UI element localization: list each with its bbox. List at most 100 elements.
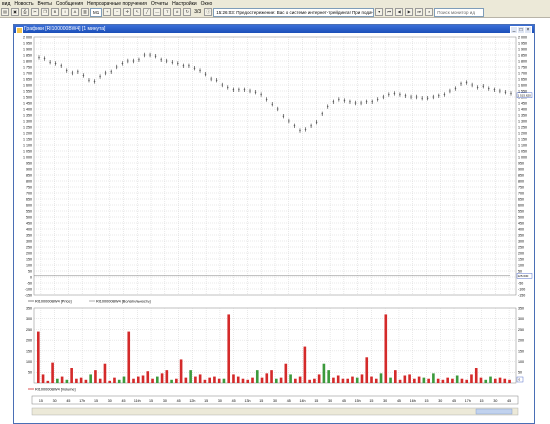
volume-bar [394,370,397,383]
horizontal-scrollbar[interactable] [31,407,519,416]
price-tick-right: 150 [518,257,524,261]
menu-item-2[interactable]: Вчеты [36,1,54,7]
prev-icon[interactable]: ◀ [395,8,404,16]
price-tick-right: 1 250 [518,125,527,129]
price-tick-left: 800 [26,179,32,183]
volume-bar [317,374,321,383]
font-icon[interactable]: A [71,8,79,16]
price-tick-left: 1 300 [23,119,32,123]
print-icon[interactable]: ⎙ [21,8,29,16]
time-tick-label: 30 [108,399,112,403]
volume-bar [341,378,345,383]
chart-area[interactable]: 2 000 2 000 1 950 1 950 1 900 1 900 1 850 1 850… [14,33,534,422]
menu-item-0[interactable]: вид [0,1,12,7]
window-icon [16,26,23,34]
chart-icon[interactable]: ▥ [81,8,89,16]
legend-volume: RI100000BW4 [Volume] [35,388,76,392]
volume-bar [179,359,183,383]
price-tick-right: 950 [518,161,524,165]
scrollbar-thumb[interactable] [475,408,513,415]
volume-bar [184,377,188,383]
menu-item-5[interactable]: Отчеты [149,1,170,7]
price-tick-right: 600 [518,203,524,207]
volatility-label: 125.630 [518,274,529,278]
volume-bar [236,376,240,383]
close-button[interactable]: × [524,26,532,34]
volume-bar [265,373,269,383]
menu-item-7[interactable]: Окно [199,1,215,7]
menu-item-3[interactable]: Сообщения [54,1,85,7]
volume-bar [503,378,507,383]
price-tick-left: 1 500 [23,95,32,99]
menu-item-1[interactable]: Новость [12,1,35,7]
menu-item-4[interactable]: Непрозрачные поручения [85,1,149,7]
italic-icon[interactable]: I [61,8,69,16]
volume-bar [484,379,488,383]
volume-bar [156,376,159,383]
price-tick-right: 100 [518,263,524,267]
time-tick-label: 30 [163,399,167,403]
price-tick-left: 1 400 [23,107,32,111]
price-tick-right: -150 [518,293,525,297]
volume-bar [498,377,502,383]
price-tick-right: -50 [518,281,523,285]
price-tick-left: 950 [26,161,32,165]
volume-bar [89,374,92,383]
legend-volatility: RI100000BW4 [Волатильность] [96,300,151,304]
dropdown-chevron-icon[interactable]: ▾ [375,8,384,16]
price-tick-left: 1 550 [23,89,32,93]
volume-bar [284,363,288,383]
volume-tick-left: 200 [26,339,32,343]
crosshair-icon[interactable]: ✛ [123,8,132,16]
open-icon[interactable]: ▤ [1,8,9,16]
time-tick-label: 15 [259,399,263,403]
refresh-icon[interactable]: ↻ [183,8,192,16]
time-tick-label: 45 [397,399,401,403]
chart-window: Графики [RI100000BW4] [1 минута] _ □ × 2… [13,24,535,424]
grid-icon[interactable]: # [173,8,182,16]
zoom-out-icon[interactable]: − [113,8,122,16]
time-tick-label: 45 [177,399,181,403]
price-tick-left: 1 000 [23,155,32,159]
volume-bar [355,377,359,383]
next-icon[interactable]: ▶ [405,8,414,16]
volume-bar [313,378,316,383]
last-icon[interactable]: ⏭ [415,8,424,16]
price-tick-right: 450 [518,221,524,225]
news-ticker[interactable]: 15:26:03: Предостережение: Вас о системе… [213,7,375,17]
search-input[interactable]: Поиск монитор ид [434,7,485,17]
interval-select[interactable]: M1 [90,7,103,17]
price-tick-right: 400 [518,227,524,231]
volume-bar [351,376,354,383]
menu-item-6[interactable]: Настройки [170,1,199,7]
save-icon[interactable]: ▣ [11,8,19,16]
volume-bar [232,374,235,383]
cut-icon[interactable]: ✂ [31,8,39,16]
current-price-label: 1 515.620 [518,93,532,97]
hline-tool-icon[interactable]: — [153,8,162,16]
text-tool-icon[interactable]: T [163,8,172,16]
time-tick-label: 45 [452,399,456,403]
price-tick-left: 1 900 [23,47,32,51]
search-icon[interactable]: ⌕ [425,8,434,16]
time-tick-label: 30 [438,399,442,403]
volume-bar [94,370,97,383]
price-tick-left: 650 [26,197,32,201]
volume-bar [108,380,112,383]
price-tick-left: 500 [26,215,32,219]
price-tick-right: 50 [518,269,522,273]
price-tick-left: 250 [26,245,32,249]
price-tick-right: 300 [518,239,524,243]
price-tick-left: 1 750 [23,65,32,69]
price-tick-right: 700 [518,191,524,195]
line-tool-icon[interactable]: ╱ [143,8,152,16]
bold-icon[interactable]: B [51,8,59,16]
copy-icon[interactable]: ❐ [41,8,49,16]
cursor-icon[interactable]: ↖ [133,8,142,16]
volume-bar [198,374,202,383]
zoom-in-icon[interactable]: + [103,8,112,16]
time-tick-label: 45 [507,399,511,403]
volume-bar [84,379,88,383]
first-icon[interactable]: ⏮ [385,8,394,16]
volume-bar [136,376,140,383]
